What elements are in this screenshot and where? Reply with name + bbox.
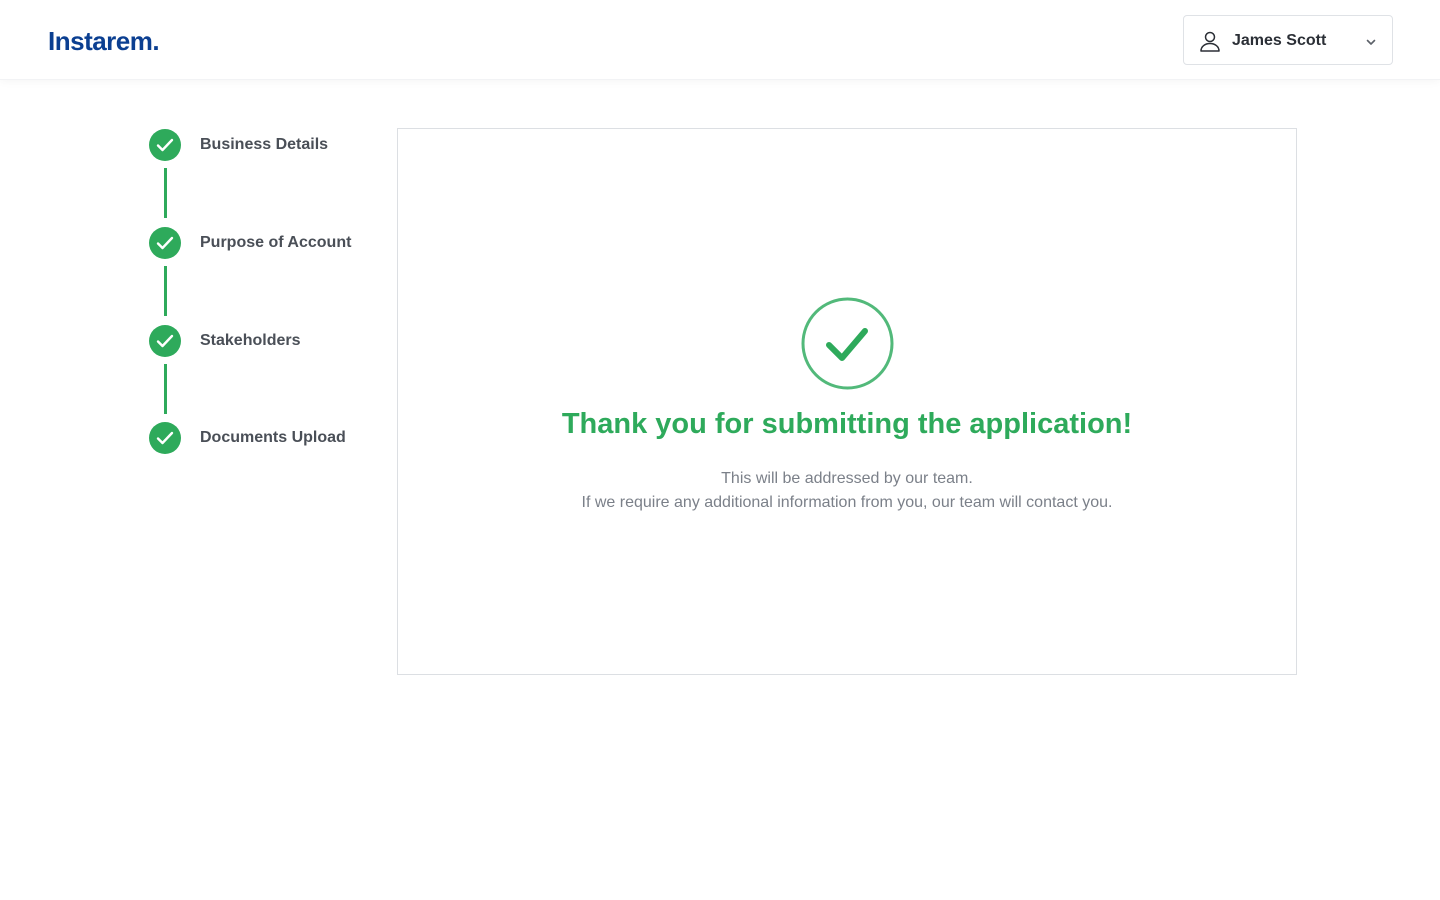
step-connector (164, 364, 167, 414)
check-icon (149, 129, 181, 161)
step-documents-upload[interactable]: Documents Upload (148, 421, 378, 455)
user-name: James Scott (1232, 32, 1327, 49)
confirmation-message: This will be addressed by our team. (721, 470, 973, 487)
confirmation-message-detail: If we require any additional information… (581, 494, 1113, 511)
step-label: Documents Upload (200, 429, 346, 446)
step-connector (164, 266, 167, 316)
confirmation-card: Thank you for submitting the application… (397, 128, 1297, 675)
step-purpose-of-account[interactable]: Purpose of Account (148, 226, 378, 260)
step-stakeholders[interactable]: Stakeholders (148, 324, 378, 358)
step-label: Business Details (200, 136, 329, 153)
top-header: Instarem. James Scott (0, 0, 1440, 80)
confirmation-title: Thank you for submitting the application… (561, 408, 1133, 440)
check-icon (149, 422, 181, 454)
user-icon (1198, 29, 1222, 53)
step-label: Stakeholders (200, 332, 301, 349)
check-icon (149, 227, 181, 259)
step-connector (164, 168, 167, 218)
chevron-down-icon (1364, 35, 1378, 49)
user-menu-dropdown[interactable]: James Scott (1183, 15, 1393, 65)
check-icon (149, 325, 181, 357)
progress-stepper: Business Details Purpose of Account Stak… (148, 128, 378, 468)
step-business-details[interactable]: Business Details (148, 128, 378, 162)
step-label: Purpose of Account (200, 234, 352, 251)
instarem-logo[interactable]: Instarem. (48, 26, 160, 56)
success-check-circle-icon (801, 297, 894, 390)
